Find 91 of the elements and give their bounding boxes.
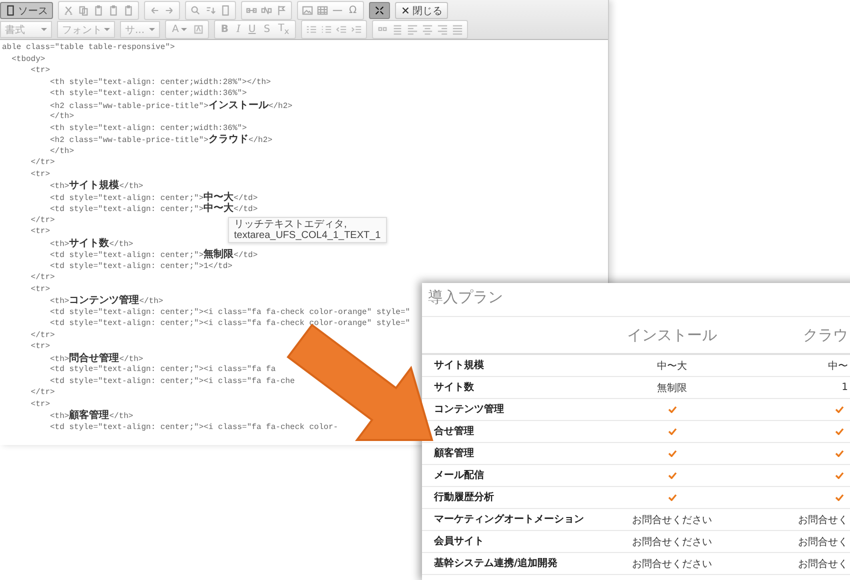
tooltip-text: textarea_UFS_COL4_1_TEXT_1 xyxy=(234,230,381,241)
code-line: <td style="text-align: center;"><i class="fa fa-check color- xyxy=(49,422,338,433)
check-icon xyxy=(835,494,844,501)
code-line: <th>サイト数</th> xyxy=(49,238,134,249)
code-line: <th>サイト規模</th> xyxy=(49,180,144,192)
row-label: コンテンツ管理 xyxy=(433,402,505,416)
copy-icon[interactable] xyxy=(78,5,89,16)
code-line: <tr> xyxy=(30,65,50,76)
code-line: </tr> xyxy=(30,214,55,226)
column-header: インストール xyxy=(626,326,718,344)
code-line: <th>コンテンツ管理</th> xyxy=(49,295,164,306)
check-icon xyxy=(668,428,676,435)
table-cell-text: お問合せください xyxy=(632,536,712,548)
table-cell-text: お問合せく xyxy=(798,536,848,548)
clipboard-icon[interactable] xyxy=(93,5,104,16)
maximize-icon xyxy=(374,5,385,16)
code-line: </tr> xyxy=(30,330,55,341)
code-line: <tr> xyxy=(30,168,50,180)
code-line: </tr> xyxy=(30,387,55,398)
row-label: サイト規模 xyxy=(433,358,485,372)
code-line: <tr> xyxy=(30,341,50,352)
scissors-icon[interactable] xyxy=(63,5,74,16)
table-cell-text: お問合せください xyxy=(632,558,712,570)
check-icon xyxy=(668,494,676,501)
code-line: <td style="text-align: center;"><i class="fa fa-che xyxy=(49,376,295,387)
check-icon xyxy=(835,450,844,457)
code-line: <th style="text-align: center;width:28%"></th> xyxy=(49,76,271,88)
code-line: <th>顧客管理</th> xyxy=(49,410,134,422)
code-line: </th> xyxy=(49,111,74,122)
code-line: <th style="text-align: center;width:36%"> xyxy=(49,122,247,134)
code-line: <tbody> xyxy=(10,54,46,65)
table-title: 導入プラン xyxy=(422,283,850,317)
tooltip-text: リッチテキストエディタ, xyxy=(234,219,348,230)
code-line: <td style="text-align: center;"><i class="fa fa-check color-orange" style=" xyxy=(49,318,410,330)
close-icon xyxy=(400,5,411,16)
code-line: <tr> xyxy=(30,226,50,238)
link-icon[interactable] xyxy=(246,5,257,16)
code-line: <h2 class="ww-table-price-title">インストール</h2> xyxy=(49,100,292,111)
replace-icon[interactable] xyxy=(205,5,216,16)
clipboard-icon[interactable] xyxy=(108,5,119,16)
column-header: クラウ xyxy=(802,326,849,344)
row-label: 行動履歴分析 xyxy=(432,490,495,504)
code-line: <td style="text-align: center;"><i class="fa fa xyxy=(49,364,276,376)
code-line: <tr> xyxy=(30,284,50,295)
code-line: </tr> xyxy=(30,157,55,168)
clipboard-icon[interactable] xyxy=(123,5,134,16)
source-button[interactable]: ソース xyxy=(0,2,53,19)
table-cell: 1 xyxy=(842,382,848,393)
table-cell-text: 中〜 xyxy=(828,360,848,372)
code-line: <th style="text-align: center;width:36%"> xyxy=(49,88,247,100)
close-button[interactable]: 閉じる xyxy=(394,2,448,19)
flag-icon[interactable] xyxy=(276,5,287,16)
code-line: <td style="text-align: center;">無制限</td> xyxy=(49,249,258,260)
check-icon xyxy=(668,450,676,457)
row-label: マーケティングオートメーション xyxy=(433,512,585,526)
special-character-button[interactable]: Ω xyxy=(347,5,359,16)
code-line: </th> xyxy=(49,146,74,157)
row-label: 合せ管理 xyxy=(433,424,475,438)
code-line: <td style="text-align: center;"><i class="fa fa-check color-orange" style=" xyxy=(49,306,410,318)
maximize-button[interactable] xyxy=(368,2,390,19)
code-line: <td style="text-align: center;">中〜大</td> xyxy=(49,203,258,214)
search-icon[interactable] xyxy=(190,5,201,16)
table-cell-text: 中〜大 xyxy=(657,360,687,372)
code-line: <tr> xyxy=(30,398,50,410)
table-icon[interactable] xyxy=(317,5,328,16)
undo-icon[interactable] xyxy=(149,5,160,16)
row-label: 顧客管理 xyxy=(432,446,475,460)
code-line: </tr> xyxy=(30,272,55,284)
code-line: <td style="text-align: center;">中〜大</td> xyxy=(49,192,258,202)
row-label: サイト数 xyxy=(433,380,475,394)
code-line: <th>問合せ管理</th> xyxy=(49,352,144,364)
table-cell-text: お問合せください xyxy=(632,514,712,526)
check-icon xyxy=(668,406,676,413)
image-icon[interactable] xyxy=(302,5,313,16)
row-label: 会員サイト xyxy=(433,534,485,548)
row-label: メール配信 xyxy=(433,468,485,482)
code-line: able class="table table-responsive"> xyxy=(2,42,175,54)
check-icon xyxy=(835,428,844,435)
document-icon[interactable] xyxy=(220,5,231,16)
table-cell-text: 無制限 xyxy=(657,382,687,394)
check-icon xyxy=(835,472,844,479)
check-icon xyxy=(668,472,676,479)
code-line: <td style="text-align: center;">1</td> xyxy=(49,260,232,272)
code-line: <h2 class="ww-table-price-title">クラウド</h2> xyxy=(49,134,272,146)
table-cell-text: お問合せく xyxy=(798,558,848,570)
document-icon xyxy=(5,5,16,16)
unlink-icon[interactable] xyxy=(261,5,272,16)
check-icon xyxy=(835,406,844,413)
table-cell-text: お問合せく xyxy=(798,514,848,526)
redo-icon[interactable] xyxy=(164,5,175,16)
row-label: 基幹システム連携/追加開発 xyxy=(433,556,559,570)
